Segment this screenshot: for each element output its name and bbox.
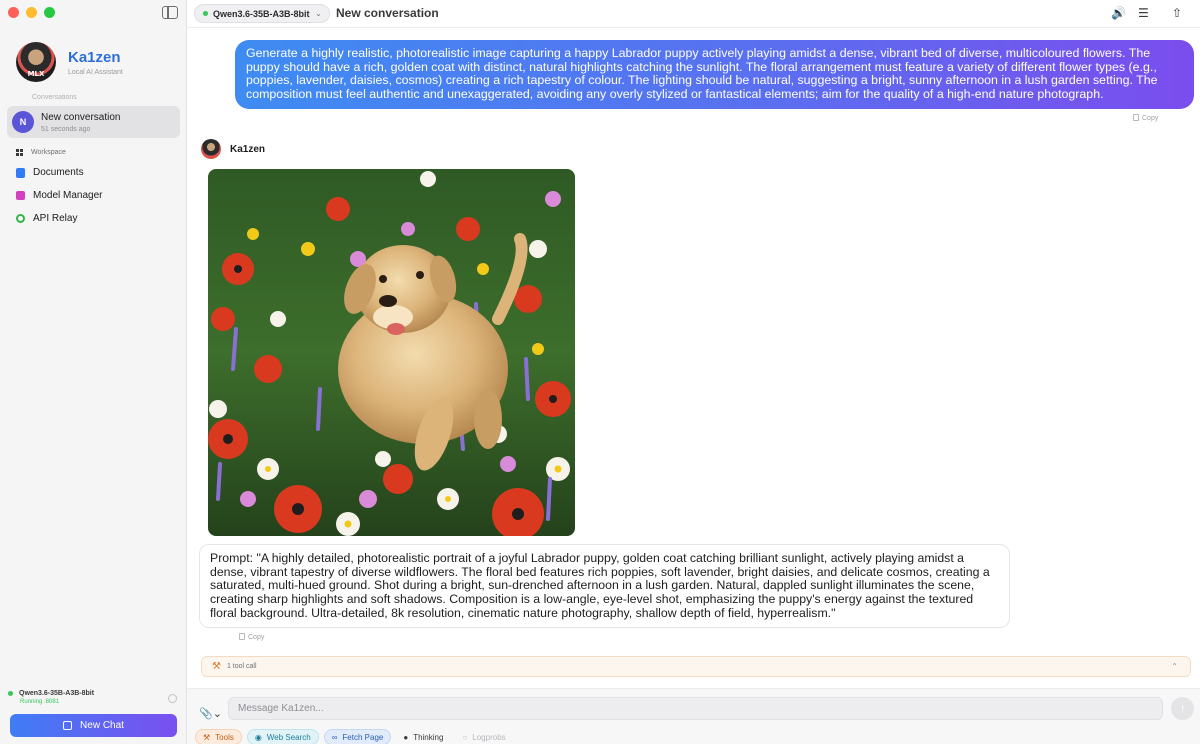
model-manager-icon	[16, 191, 25, 200]
conversation-item[interactable]: N New conversation 51 seconds ago	[7, 106, 180, 138]
brand-subtitle: Local AI Assistant	[68, 68, 123, 76]
tool-call-label: 1 tool call	[226, 663, 257, 670]
copy-assistant-message-button[interactable]: Copy	[239, 633, 264, 641]
status-running: Running :8081	[20, 699, 60, 705]
close-window-button[interactable]	[8, 7, 19, 18]
brand-logo	[16, 42, 56, 82]
window-controls	[8, 7, 55, 18]
hammer-icon: ⚒	[212, 661, 221, 672]
workspace-grid-icon	[16, 149, 23, 156]
web-search-toggle[interactable]: ◉ Web Search	[246, 729, 319, 744]
brand-name: Ka1zen	[68, 48, 121, 66]
brand: Ka1zen Local AI Assistant	[16, 42, 123, 82]
copy-icon	[239, 633, 245, 640]
copy-icon	[1133, 114, 1139, 121]
new-chat-button[interactable]: New Chat	[10, 714, 177, 737]
sidebar-item-label: API Relay	[33, 213, 78, 224]
logprobs-toggle[interactable]: ○ Logprobs	[455, 729, 512, 744]
composer-toggles: ⚒ Tools ◉ Web Search ∞ Fetch Page ● Thinking…	[195, 729, 513, 744]
share-icon[interactable]: ⇧	[1172, 6, 1182, 20]
sidebar-item-label: Documents	[33, 167, 84, 178]
api-relay-icon	[16, 214, 25, 223]
top-bar: Qwen3.6-35B-A3B-8bit ⌄ New conversation …	[187, 0, 1200, 28]
document-icon	[16, 167, 25, 178]
sidebar: Ka1zen Local AI Assistant Conversations …	[0, 0, 187, 744]
model-name: Qwen3.6-35B-A3B-8bit	[213, 8, 310, 19]
fetch-page-toggle[interactable]: ∞ Fetch Page	[323, 729, 392, 744]
sidebar-item-documents[interactable]: Documents	[16, 167, 84, 178]
conversation-time: 51 seconds ago	[41, 125, 91, 133]
settings-icon[interactable]	[168, 694, 177, 703]
generated-image[interactable]	[208, 169, 575, 536]
send-button[interactable]: ↑	[1171, 697, 1194, 720]
assistant-header: Ka1zen	[201, 139, 265, 159]
running-indicator-icon	[8, 691, 13, 696]
page-title: New conversation	[336, 6, 439, 20]
arrow-up-icon: ↑	[1179, 702, 1186, 715]
status-model-name: Qwen3.6-35B-A3B-8bit	[19, 690, 95, 697]
minimize-window-button[interactable]	[26, 7, 37, 18]
link-icon: ∞	[331, 732, 338, 742]
model-selector[interactable]: Qwen3.6-35B-A3B-8bit ⌄	[194, 4, 331, 23]
conversation-avatar: N	[12, 111, 34, 133]
globe-icon: ◉	[254, 732, 262, 742]
sidebar-item-model-manager[interactable]: Model Manager	[16, 190, 102, 201]
sidebar-toggle-icon[interactable]	[162, 6, 178, 19]
workspace-label: Workspace	[16, 149, 66, 156]
speaker-icon[interactable]: 🔊	[1111, 6, 1126, 20]
message-input[interactable]	[228, 697, 1163, 720]
logprobs-icon: ○	[462, 732, 468, 742]
sidebar-item-label: Model Manager	[33, 190, 103, 201]
chevron-down-icon: ⌄	[315, 10, 322, 18]
compose-icon	[63, 721, 73, 730]
attach-icon[interactable]: 📎⌄	[199, 707, 222, 720]
conversation-title: New conversation	[41, 111, 121, 123]
chevron-up-icon[interactable]: ⌃	[1171, 662, 1178, 671]
assistant-name: Ka1zen	[230, 143, 266, 155]
conversations-label: Conversations	[32, 94, 77, 99]
hammer-icon: ⚒	[203, 732, 211, 742]
tools-toggle[interactable]: ⚒ Tools	[195, 729, 242, 744]
details-list-icon[interactable]: ☰	[1138, 6, 1149, 20]
server-status: Qwen3.6-35B-A3B-8bit Running :8081	[8, 690, 180, 705]
thinking-toggle[interactable]: ● Thinking	[396, 729, 450, 744]
zoom-window-button[interactable]	[44, 7, 55, 18]
tool-call-summary[interactable]: ⚒ 1 tool call ⌃	[201, 656, 1191, 677]
copy-user-message-button[interactable]: Copy	[1133, 114, 1158, 122]
brain-icon: ●	[403, 732, 409, 742]
model-status-icon	[203, 11, 208, 16]
composer: 📎⌄ ↑ ⚒Tools ◉Web Search ∞Fetch Page ●Thi…	[187, 688, 1200, 744]
assistant-message: Prompt: "A highly detailed, photorealist…	[199, 544, 1010, 628]
user-message: Generate a highly realistic, photorealis…	[235, 40, 1194, 109]
assistant-avatar	[201, 139, 221, 159]
sidebar-item-api-relay[interactable]: API Relay	[16, 213, 77, 224]
